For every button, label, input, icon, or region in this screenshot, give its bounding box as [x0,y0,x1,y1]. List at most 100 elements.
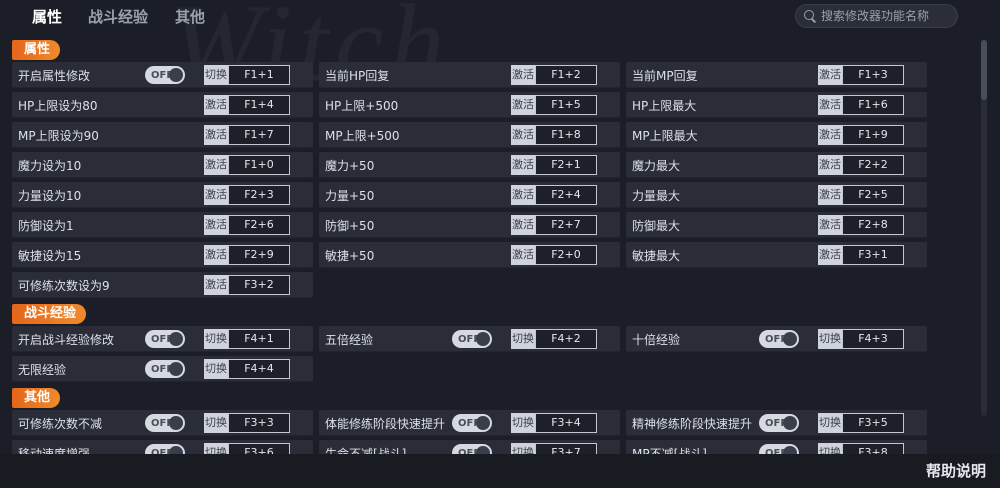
activate-button[interactable]: 激活 [511,125,535,145]
hotkey-field[interactable]: F3+7 [535,443,597,454]
toggle-action-button[interactable]: 切换 [204,65,228,85]
toggle-action-button[interactable]: 切换 [511,413,535,433]
activate-button[interactable]: 激活 [511,155,535,175]
toggle-switch[interactable]: OFF [145,360,185,378]
toggle-switch[interactable]: OFF [145,66,185,84]
activate-button[interactable]: 激活 [511,245,535,265]
toggle-action-button[interactable]: 切换 [204,443,228,454]
help-button[interactable]: 帮助说明 [926,460,986,481]
toggle-switch[interactable]: OFF [452,444,492,454]
cheat-label: 无限经验 [18,362,67,377]
toggle-switch[interactable]: OFF [145,330,185,348]
activate-button[interactable]: 激活 [511,185,535,205]
toggle-action-button[interactable]: 切换 [511,443,535,454]
hotkey-field[interactable]: F4+3 [842,329,904,349]
toggle-action-button[interactable]: 切换 [818,443,842,454]
hotkey-field[interactable]: F4+4 [228,359,290,379]
cheat-list: 属性 开启属性修改 OFF 切换 F1+1 当前HP回复 激活 F1+2 当前MP回复 激活 F1+… [12,38,982,454]
hotkey-field[interactable]: F2+6 [228,215,290,235]
activate-button[interactable]: 激活 [204,155,228,175]
hotkey-field[interactable]: F4+1 [228,329,290,349]
cheat-label: 体能修练阶段快速提升 [325,416,446,431]
search-input[interactable] [821,9,951,23]
cheat-row: 开启属性修改 OFF 切换 F1+1 [12,62,313,88]
activate-button[interactable]: 激活 [511,95,535,115]
activate-button[interactable]: 激活 [818,185,842,205]
toggle-switch[interactable]: OFF [145,444,185,454]
bottom-bar: 帮助说明 [0,454,1000,488]
toggle-action-button[interactable]: 切换 [204,413,228,433]
hotkey-field[interactable]: F3+8 [842,443,904,454]
hotkey-field[interactable]: F2+8 [842,215,904,235]
hotkey-field[interactable]: F2+9 [228,245,290,265]
activate-button[interactable]: 激活 [511,215,535,235]
activate-button[interactable]: 激活 [204,95,228,115]
tab-attributes[interactable]: 属性 [32,6,62,27]
search-box[interactable] [795,4,958,28]
activate-button[interactable]: 激活 [818,65,842,85]
activate-button[interactable]: 激活 [204,125,228,145]
activate-button[interactable]: 激活 [818,245,842,265]
toggle-switch[interactable]: OFF [759,330,799,348]
toggle-switch[interactable]: OFF [759,444,799,454]
toggle-action-button[interactable]: 切换 [204,359,228,379]
activate-button[interactable]: 激活 [818,125,842,145]
hotkey-field[interactable]: F2+4 [535,185,597,205]
cheat-label: 敏捷最大 [632,248,681,263]
hotkey-field[interactable]: F3+3 [228,413,290,433]
hotkey-field[interactable]: F3+2 [228,275,290,295]
hotkey-field[interactable]: F1+0 [228,155,290,175]
toggle-switch[interactable]: OFF [452,414,492,432]
activate-button[interactable]: 激活 [204,245,228,265]
activate-button[interactable]: 激活 [511,65,535,85]
cheat-label: 敏捷+50 [325,248,375,263]
cheat-row: MP上限+500 激活 F1+8 [319,122,620,148]
hotkey-field[interactable]: F2+2 [842,155,904,175]
hotkey-field[interactable]: F3+4 [535,413,597,433]
hotkey-field[interactable]: F4+2 [535,329,597,349]
hotkey-field[interactable]: F2+5 [842,185,904,205]
hotkey-field[interactable]: F2+3 [228,185,290,205]
toggle-switch[interactable]: OFF [145,414,185,432]
tab-battle-exp[interactable]: 战斗经验 [88,6,148,27]
toggle-action-button[interactable]: 切换 [818,329,842,349]
cheat-row: MP上限设为90 激活 F1+7 [12,122,313,148]
activate-button[interactable]: 激活 [818,155,842,175]
toggle-state-label: OFF [151,333,174,345]
toggle-switch[interactable]: OFF [759,414,799,432]
toggle-switch[interactable]: OFF [452,330,492,348]
top-bar: 属性 战斗经验 其他 [0,0,1000,34]
activate-button[interactable]: 激活 [818,215,842,235]
hotkey-field[interactable]: F1+8 [535,125,597,145]
activate-button[interactable]: 激活 [204,185,228,205]
cheat-label: 开启属性修改 [18,68,91,83]
activate-button[interactable]: 激活 [204,275,228,295]
tab-other[interactable]: 其他 [175,6,205,27]
hotkey-field[interactable]: F2+7 [535,215,597,235]
toggle-action-button[interactable]: 切换 [511,329,535,349]
hotkey-field[interactable]: F1+3 [842,65,904,85]
cheat-label: 可修练次数不减 [18,416,103,431]
hotkey-field[interactable]: F1+4 [228,95,290,115]
scrollbar-thumb[interactable] [981,40,987,100]
hotkey-field[interactable]: F1+2 [535,65,597,85]
hotkey-field[interactable]: F3+1 [842,245,904,265]
toggle-action-button[interactable]: 切换 [818,413,842,433]
hotkey-field[interactable]: F1+5 [535,95,597,115]
hotkey-field[interactable]: F1+1 [228,65,290,85]
cheat-row: 无限经验 OFF 切换 F4+4 [12,356,313,382]
activate-button[interactable]: 激活 [204,215,228,235]
hotkey-field[interactable]: F3+6 [228,443,290,454]
cheat-row: 开启战斗经验修改 OFF 切换 F4+1 [12,326,313,352]
hotkey-field[interactable]: F2+0 [535,245,597,265]
hotkey-field[interactable]: F3+5 [842,413,904,433]
toggle-action-button[interactable]: 切换 [204,329,228,349]
activate-button[interactable]: 激活 [818,95,842,115]
hotkey-field[interactable]: F2+1 [535,155,597,175]
hotkey-field[interactable]: F1+7 [228,125,290,145]
cheat-label: MP上限设为90 [18,128,99,143]
hotkey-field[interactable]: F1+9 [842,125,904,145]
scrollbar[interactable] [981,40,987,416]
cheat-label: 五倍经验 [325,332,374,347]
hotkey-field[interactable]: F1+6 [842,95,904,115]
